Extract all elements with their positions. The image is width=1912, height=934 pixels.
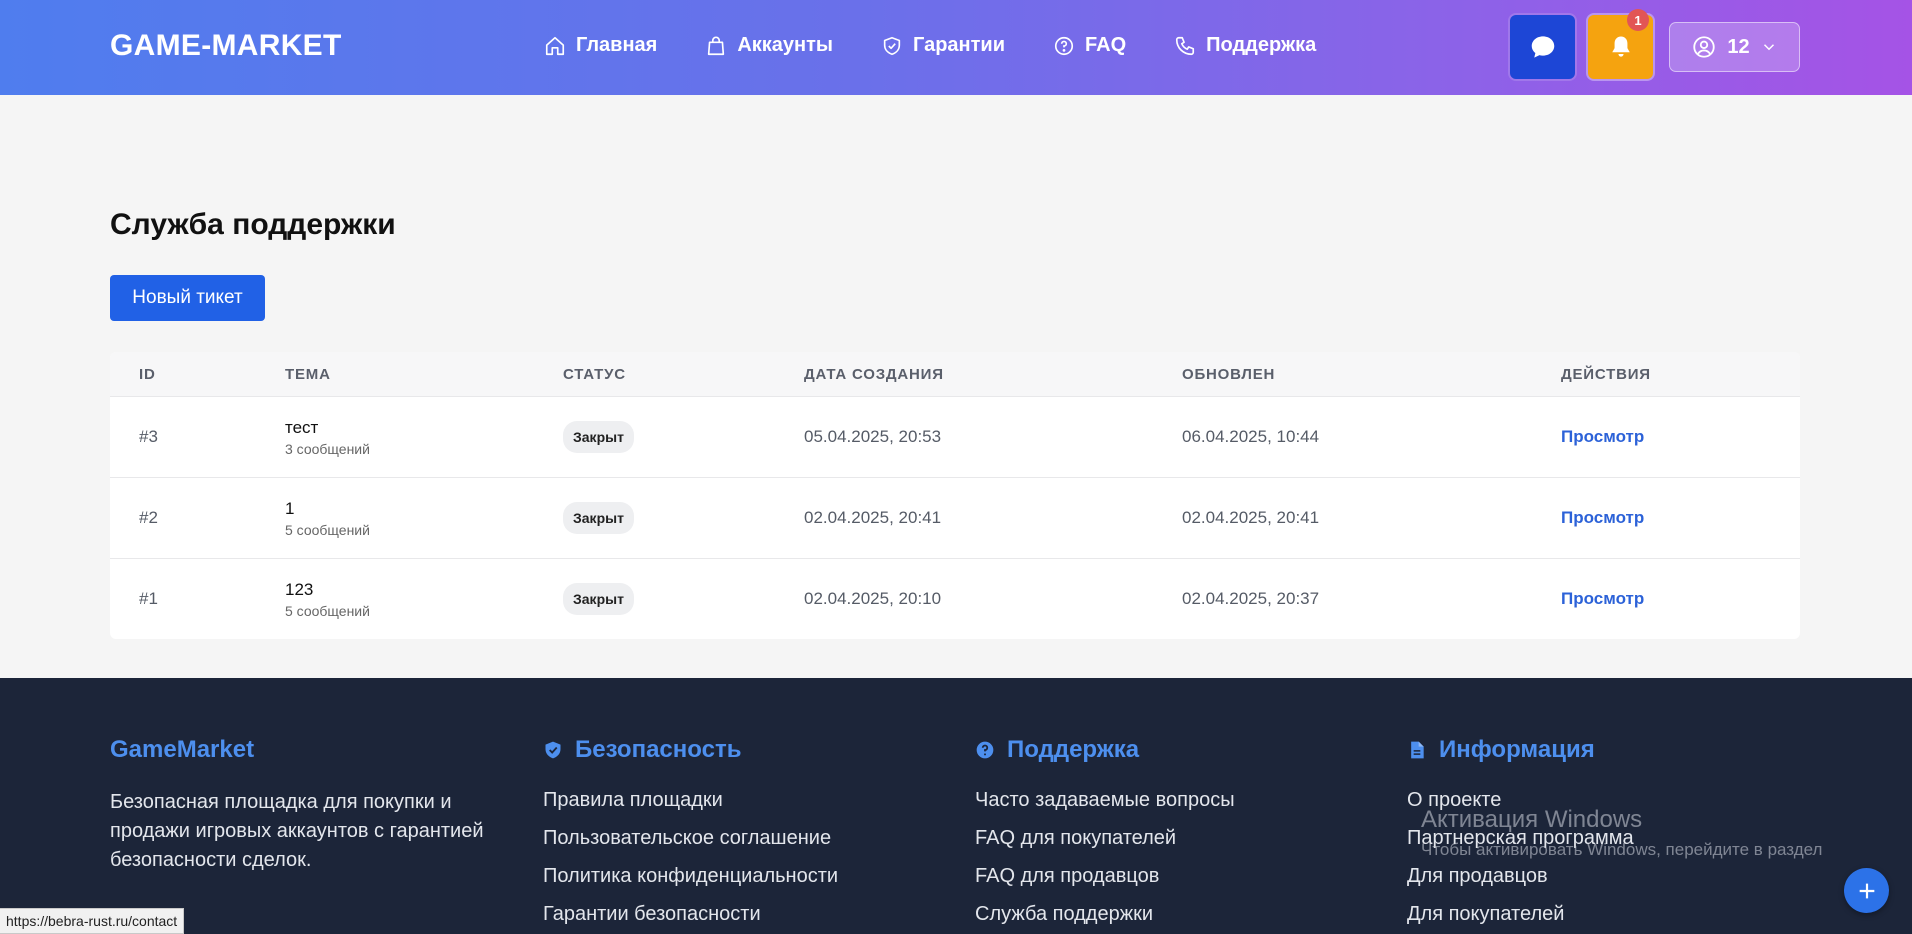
windows-activation-title: Активация Windows [1421,806,1643,833]
footer-security-title: Безопасность [575,736,742,763]
table-row: #3 тест 3 сообщений Закрыт 05.04.2025, 2… [110,396,1800,477]
footer-link[interactable]: Пользовательское соглашение [543,826,838,864]
footer-link[interactable]: FAQ для покупателей [975,826,1235,864]
ticket-message-count: 5 сообщений [285,521,370,538]
footer-support-heading: Поддержка [975,736,1235,764]
document-icon [1411,741,1424,759]
footer-link[interactable]: Для покупателей [1407,902,1634,934]
site-logo[interactable]: GAME-MARKET [110,29,342,63]
view-ticket-link[interactable]: Просмотр [1561,589,1644,609]
header-created: ДАТА СОЗДАНИЯ [804,365,944,383]
ticket-id: #3 [139,427,158,446]
footer-support-title: Поддержка [1007,736,1140,763]
footer-link[interactable]: Для продавцов [1407,864,1634,902]
nav-accounts[interactable]: Аккаунты [705,34,833,57]
chat-button[interactable] [1510,15,1575,79]
ticket-topic: 123 5 сообщений [285,580,370,619]
footer-info-heading: Информация [1407,736,1634,764]
tickets-table: ID ТЕМА СТАТУС ДАТА СОЗДАНИЯ ОБНОВЛЕН ДЕ… [110,352,1800,639]
footer-security-heading: Безопасность [543,736,838,764]
chevron-down-icon [1763,44,1774,51]
footer-brand-column: GameMarket Безопасная площадка для покуп… [110,736,520,875]
plus-icon [1859,883,1874,898]
user-label: 12 [1727,35,1750,58]
footer-link[interactable]: Гарантии безопасности [543,902,838,934]
footer-info-title: Информация [1439,736,1595,763]
nav-home-label: Главная [576,34,658,56]
nav-support[interactable]: Поддержка [1174,34,1316,57]
new-ticket-button[interactable]: Новый тикет [110,275,265,321]
footer-brand-description: Безопасная площадка для покупки и продаж… [110,791,484,871]
home-icon [545,36,565,55]
nav-faq[interactable]: FAQ [1053,34,1126,57]
ticket-updated: 06.04.2025, 10:44 [1182,427,1320,446]
footer-link[interactable]: Политика конфиденциальности [543,864,838,902]
bell-icon [1611,36,1630,57]
footer-link[interactable]: Правила площадки [543,788,838,826]
ticket-topic-title: 1 [285,498,295,518]
status-badge: Закрыт [563,583,634,615]
nav-guarantees[interactable]: Гарантии [881,34,1005,57]
footer-link[interactable]: FAQ для продавцов [975,864,1235,902]
user-menu-button[interactable]: 12 [1669,22,1800,72]
chat-bubble-icon [1531,36,1554,58]
notifications-button[interactable]: 1 [1588,9,1653,79]
ticket-message-count: 3 сообщений [285,440,370,457]
question-icon [1054,36,1074,55]
browser-status-url: https://bebra-rust.ru/contact [0,908,185,934]
footer-brand-title: GameMarket [110,736,255,763]
view-ticket-link[interactable]: Просмотр [1561,508,1644,528]
notification-badge: 1 [1627,9,1649,31]
phone-icon [1176,36,1195,55]
ticket-id: #2 [139,508,158,527]
view-ticket-link[interactable]: Просмотр [1561,427,1644,447]
top-header: GAME-MARKET Главная Аккаунты Гарантии FA… [0,0,1912,95]
header-id: ID [139,365,156,383]
table-row: #2 1 5 сообщений Закрыт 02.04.2025, 20:4… [110,477,1800,558]
footer-security-links: Правила площадки Пользовательское соглаш… [543,788,838,934]
ticket-topic: тест 3 сообщений [285,418,370,457]
user-circle-icon [1693,36,1716,58]
nav-guarantees-label: Гарантии [913,34,1006,56]
question-circle-icon [976,741,994,759]
nav-faq-label: FAQ [1085,34,1127,56]
footer-support-links: Часто задаваемые вопросы FAQ для покупат… [975,788,1235,934]
ticket-updated: 02.04.2025, 20:37 [1182,589,1320,608]
shield-icon [883,36,901,55]
status-badge: Закрыт [563,421,634,453]
ticket-topic: 1 5 сообщений [285,499,370,538]
header-updated: ОБНОВЛЕН [1182,365,1276,383]
footer-support-column: Поддержка Часто задаваемые вопросы FAQ д… [975,736,1235,934]
ticket-created: 05.04.2025, 20:53 [804,427,942,446]
ticket-created: 02.04.2025, 20:41 [804,508,942,527]
table-row: #1 123 5 сообщений Закрыт 02.04.2025, 20… [110,558,1800,639]
ticket-topic-title: 123 [285,579,314,599]
floating-add-button[interactable] [1844,868,1889,913]
ticket-id: #1 [139,589,158,608]
ticket-updated: 02.04.2025, 20:41 [1182,508,1320,527]
nav-accounts-label: Аккаунты [737,34,834,56]
shield-check-icon [545,741,561,759]
windows-activation-text: Чтобы активировать Windows, перейдите в … [1421,840,1823,859]
windows-activation-watermark: Активация Windows Чтобы активировать Win… [1421,806,1822,860]
footer-link[interactable]: Часто задаваемые вопросы [975,788,1235,826]
header-topic: ТЕМА [285,365,331,383]
header-status: СТАТУС [563,365,626,383]
page-title: Служба поддержки [110,208,396,241]
header-actions: ДЕЙСТВИЯ [1561,365,1651,383]
ticket-created: 02.04.2025, 20:10 [804,589,942,608]
nav-support-label: Поддержка [1206,34,1317,56]
main-nav: Главная Аккаунты Гарантии FAQ Поддержка [544,34,1364,57]
ticket-topic-title: тест [285,417,319,437]
status-badge: Закрыт [563,502,634,534]
table-header: ID ТЕМА СТАТУС ДАТА СОЗДАНИЯ ОБНОВЛЕН ДЕ… [110,352,1800,396]
footer-link[interactable]: Служба поддержки [975,902,1235,934]
footer-security-column: Безопасность Правила площадки Пользовате… [543,736,838,934]
nav-home[interactable]: Главная [544,34,657,57]
ticket-message-count: 5 сообщений [285,602,370,619]
bag-icon [708,36,725,55]
